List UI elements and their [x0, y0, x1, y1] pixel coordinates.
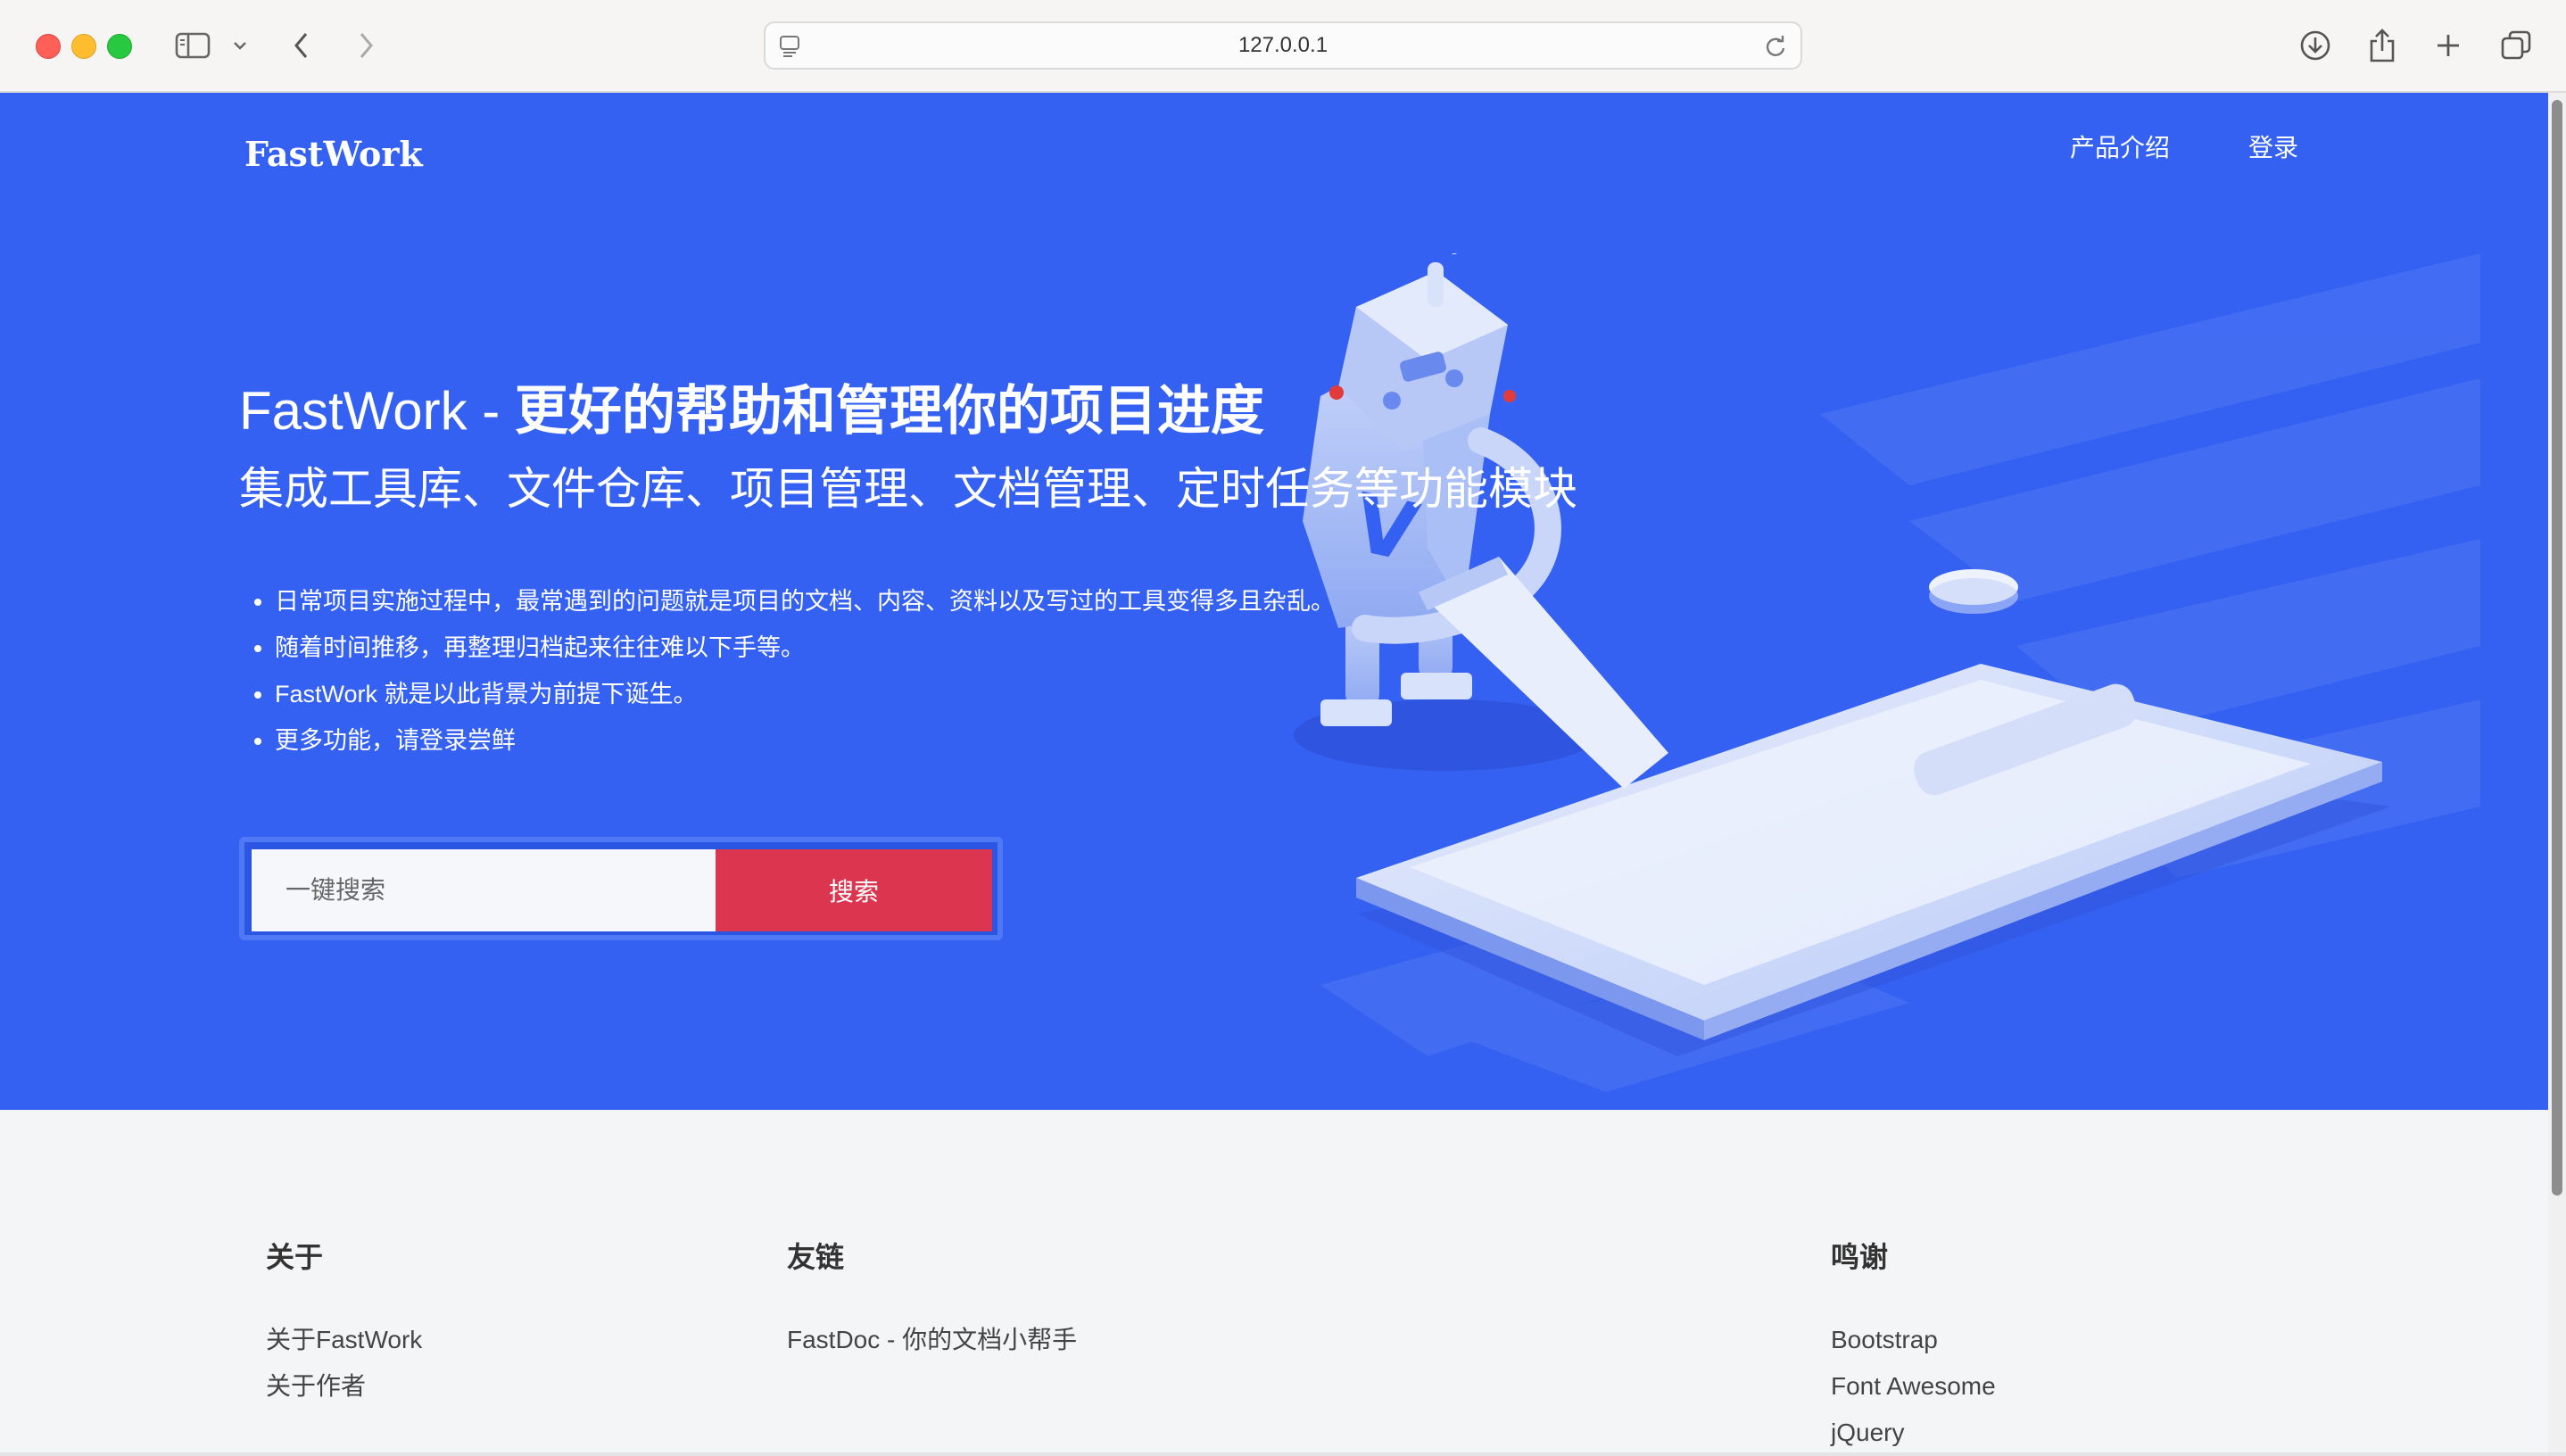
- zoom-window-button[interactable]: [107, 34, 132, 59]
- footer-column-about: 关于 关于FastWork 关于作者: [266, 1235, 422, 1410]
- list-item: FastWork 就是以此背景为前提下诞生。: [275, 671, 1335, 717]
- nav-link-login[interactable]: 登录: [2248, 128, 2298, 164]
- search-input[interactable]: [252, 849, 716, 931]
- footer-link-about-fastwork[interactable]: 关于FastWork: [266, 1317, 422, 1363]
- minimize-window-button[interactable]: [71, 34, 96, 59]
- sidebar-icon[interactable]: [171, 23, 214, 68]
- list-item: 随着时间推移，再整理归档起来往往难以下手等。: [275, 625, 1335, 671]
- scrollbar-thumb[interactable]: [2552, 100, 2562, 1195]
- search-button[interactable]: 搜索: [716, 849, 992, 931]
- footer-link-about-author[interactable]: 关于作者: [266, 1363, 422, 1410]
- brand-logo[interactable]: FastWork: [244, 134, 423, 174]
- url-text: 127.0.0.1: [1237, 33, 1329, 57]
- list-item: 日常项目实施过程中，最常遇到的问题就是项目的文档、内容、资料以及写过的工具变得多…: [275, 578, 1335, 625]
- footer-column-thanks: 鸣谢 Bootstrap Font Awesome jQuery: [1831, 1235, 1996, 1456]
- share-icon[interactable]: [2366, 23, 2398, 68]
- list-item: 更多功能，请登录尝鲜: [275, 717, 1335, 764]
- footer-heading-thanks: 鸣谢: [1831, 1241, 1889, 1273]
- footer-column-friends: 友链 FastDoc - 你的文档小帮手: [787, 1235, 1077, 1363]
- nav-link-product-intro[interactable]: 产品介绍: [2070, 128, 2170, 164]
- hero-title-tagline: 更好的帮助和管理你的项目进度: [514, 381, 1264, 441]
- search-form: 搜索: [239, 837, 1003, 940]
- footer: 关于 关于FastWork 关于作者 友链 FastDoc - 你的文档小帮手 …: [0, 1110, 2548, 1452]
- footer-link-fastdoc[interactable]: FastDoc - 你的文档小帮手: [787, 1317, 1077, 1363]
- hero-title: FastWork - 更好的帮助和管理你的项目进度: [239, 368, 1264, 445]
- feature-list: 日常项目实施过程中，最常遇到的问题就是项目的文档、内容、资料以及写过的工具变得多…: [239, 578, 1335, 764]
- chevron-down-icon[interactable]: [228, 23, 252, 68]
- browser-toolbar: 127.0.0.1: [0, 0, 2566, 93]
- footer-heading-about: 关于: [266, 1241, 324, 1273]
- chevron-left-icon[interactable]: [286, 23, 318, 68]
- page-scrollbar[interactable]: [2548, 93, 2566, 1452]
- robot-illustration: V: [1294, 253, 2480, 1092]
- hero-section: V FastWork 产品介绍 登录 FastWork - 更好的帮助和管理你的…: [0, 93, 2548, 1110]
- footer-link-jquery[interactable]: jQuery: [1831, 1410, 1996, 1456]
- footer-heading-friends: 友链: [787, 1241, 845, 1273]
- tabs-icon[interactable]: [2498, 23, 2534, 68]
- address-bar[interactable]: 127.0.0.1: [764, 21, 1802, 70]
- chevron-right-icon[interactable]: [350, 23, 382, 68]
- footer-link-bootstrap[interactable]: Bootstrap: [1831, 1317, 1996, 1363]
- close-window-button[interactable]: [36, 34, 61, 59]
- plus-icon[interactable]: [2432, 23, 2464, 68]
- download-icon[interactable]: [2297, 23, 2334, 68]
- hero-title-brand: FastWork -: [239, 381, 515, 441]
- hero-subtitle: 集成工具库、文件仓库、项目管理、文档管理、定时任务等功能模块: [239, 464, 1577, 514]
- reload-icon[interactable]: [1763, 34, 1788, 63]
- footer-link-font-awesome[interactable]: Font Awesome: [1831, 1363, 1996, 1410]
